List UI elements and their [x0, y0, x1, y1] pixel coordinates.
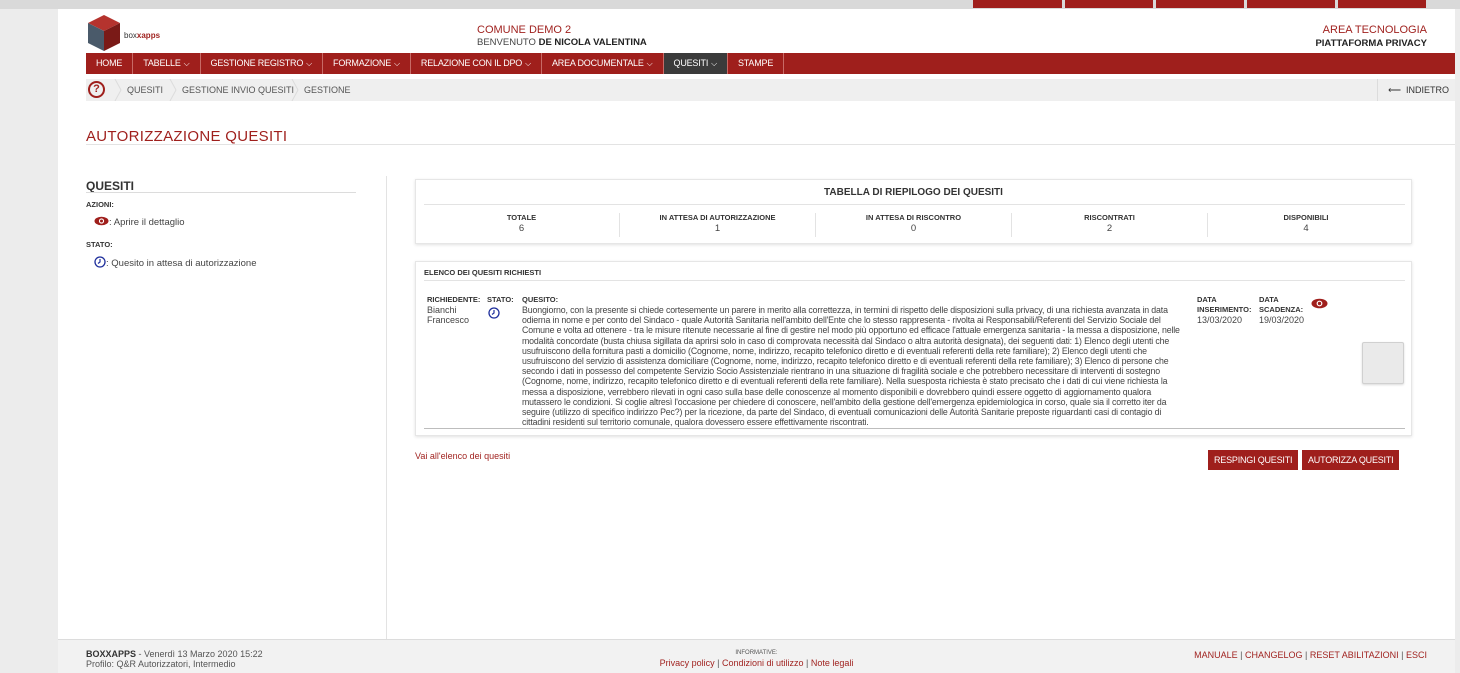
chevron-down-icon: ⌵ [646, 59, 653, 68]
eye-icon [94, 216, 109, 226]
select-checkbox[interactable] [1362, 342, 1404, 384]
exit-link[interactable]: ESCI [1406, 650, 1427, 660]
logo-cube-icon [88, 15, 120, 51]
welcome-user: DE NICOLA VALENTINA [538, 37, 647, 48]
legend-title: QUESITI [86, 179, 135, 193]
platform-title: PIATTAFORMA PRIVACY [1315, 38, 1427, 49]
clock-icon [94, 256, 106, 268]
nav-quesiti[interactable]: QUESITI ⌵ [663, 53, 728, 74]
title-divider [86, 144, 1455, 145]
changelog-link[interactable]: CHANGELOG [1245, 650, 1303, 660]
summary-waiting-feedback: IN ATTESA DI RISCONTRO 0 [816, 213, 1012, 237]
link-all-questions[interactable]: Vai all'elenco dei quesiti [415, 451, 510, 461]
expiry-date-cell: DATA SCADENZA: 19/03/2020 [1259, 295, 1305, 325]
back-button[interactable]: ⟵ INDIETRO [1377, 79, 1455, 101]
nav-tabelle[interactable]: TABELLE ⌵ [133, 53, 201, 74]
legend-divider [86, 192, 356, 193]
boxxapps-logo[interactable]: boxxapps [86, 13, 160, 53]
clock-icon [488, 307, 500, 319]
requester-cell: RICHIEDENTE: Bianchi Francesco [427, 295, 481, 325]
breadcrumb: ? QUESITI GESTIONE INVIO QUESITI GESTION… [86, 79, 1455, 101]
chevron-down-icon: ⌵ [525, 59, 531, 68]
list-title: ELENCO DEI QUESITI RICHIESTI [424, 268, 542, 277]
nav-gestione-registro[interactable]: GESTIONE REGISTRO ⌵ [201, 53, 324, 74]
breadcrumb-separator-icon [114, 79, 122, 101]
top-tab-5[interactable] [1338, 0, 1426, 8]
footer: BOXXAPPS - Venerdì 13 Marzo 2020 15:22 P… [58, 639, 1455, 673]
reset-link[interactable]: RESET ABILITAZIONI [1310, 650, 1399, 660]
summary-title: TABELLA DI RIEPILOGO DEI QUESITI [824, 187, 1003, 198]
breadcrumb-item-gestione: GESTIONE [304, 85, 351, 95]
app-page: boxxapps COMUNE DEMO 2 BENVENUTO DE NICO… [58, 9, 1455, 673]
status-cell: STATO: [487, 295, 514, 321]
main-nav: HOME TABELLE ⌵ GESTIONE REGISTRO ⌵ FORMAZI… [86, 53, 1455, 74]
legend-status-label: STATO: [86, 240, 113, 249]
legend-action-detail: : Aprire il dettaglio [94, 216, 185, 228]
legal-link[interactable]: Note legali [811, 658, 854, 668]
help-icon[interactable]: ? [88, 81, 105, 98]
summary-divider [424, 204, 1405, 205]
list-bottom-divider [424, 428, 1405, 429]
reject-button[interactable]: RESPINGI QUESITI [1208, 450, 1299, 470]
questions-list-card: ELENCO DEI QUESITI RICHIESTI RICHIEDENTE… [415, 261, 1412, 436]
chevron-down-icon: ⌵ [711, 59, 717, 68]
insert-date-cell: DATA INSERIMENTO: 13/03/2020 [1197, 295, 1252, 325]
question-cell: QUESITO: Buongiorno, con la presente si … [522, 295, 1190, 427]
area-title: AREA TECNOLOGIA [1322, 24, 1427, 36]
manual-link[interactable]: MANUALE [1194, 650, 1238, 660]
comune-name: COMUNE DEMO 2 [477, 24, 572, 36]
summary-available: DISPONIBILI 4 [1283, 213, 1329, 234]
welcome-text: BENVENUTO DE NICOLA VALENTINA [477, 37, 647, 48]
top-tab-4[interactable] [1247, 0, 1335, 8]
breadcrumb-separator-icon [291, 79, 299, 101]
summary-card: TABELLA DI RIEPILOGO DEI QUESITI TOTALE 6… [415, 179, 1412, 244]
legend-actions-label: AZIONI: [86, 200, 114, 209]
eye-icon[interactable] [1311, 298, 1328, 309]
browser-top-strip [0, 0, 1460, 9]
logo-text: boxxapps [124, 31, 161, 40]
authorize-button[interactable]: AUTORIZZA QUESITI [1302, 450, 1400, 470]
nav-relazione-dpo[interactable]: RELAZIONE CON IL DPO ⌵ [411, 53, 542, 74]
question-text: Buongiorno, con la presente si chiede co… [522, 305, 1180, 428]
summary-answered: RISCONTRATI 2 [1012, 213, 1208, 237]
nav-formazione[interactable]: FORMAZIONE ⌵ [323, 53, 411, 74]
nav-area-documentale[interactable]: AREA DOCUMENTALE ⌵ [542, 53, 664, 74]
list-divider [424, 280, 1405, 281]
top-tab-3[interactable] [1156, 0, 1244, 8]
summary-waiting-authorization: IN ATTESA DI AUTORIZZAZIONE 1 [620, 213, 816, 237]
column-divider [386, 176, 387, 641]
page-title: AUTORIZZAZIONE QUESITI [86, 128, 288, 145]
chevron-down-icon: ⌵ [306, 59, 313, 68]
breadcrumb-separator-icon [169, 79, 177, 101]
nav-stampe[interactable]: STAMPE [728, 53, 785, 74]
arrow-left-icon: ⟵ [1388, 85, 1401, 95]
legend-status-waiting: : Quesito in attesa di autorizzazione [94, 256, 257, 269]
chevron-down-icon: ⌵ [183, 59, 190, 68]
breadcrumb-item-gestione-invio[interactable]: GESTIONE INVIO QUESITI [182, 79, 294, 101]
terms-link[interactable]: Condizioni di utilizzo [722, 658, 804, 668]
top-tab-1[interactable] [973, 0, 1062, 8]
top-tab-2[interactable] [1065, 0, 1153, 8]
nav-home[interactable]: HOME [86, 53, 134, 74]
footer-actions: MANUALE | CHANGELOG | RESET ABILITAZIONI… [1194, 650, 1427, 660]
summary-total: TOTALE 6 [424, 213, 620, 237]
breadcrumb-item-quesiti[interactable]: QUESITI [127, 79, 163, 101]
chevron-down-icon: ⌵ [394, 59, 400, 68]
privacy-link[interactable]: Privacy policy [660, 658, 715, 668]
